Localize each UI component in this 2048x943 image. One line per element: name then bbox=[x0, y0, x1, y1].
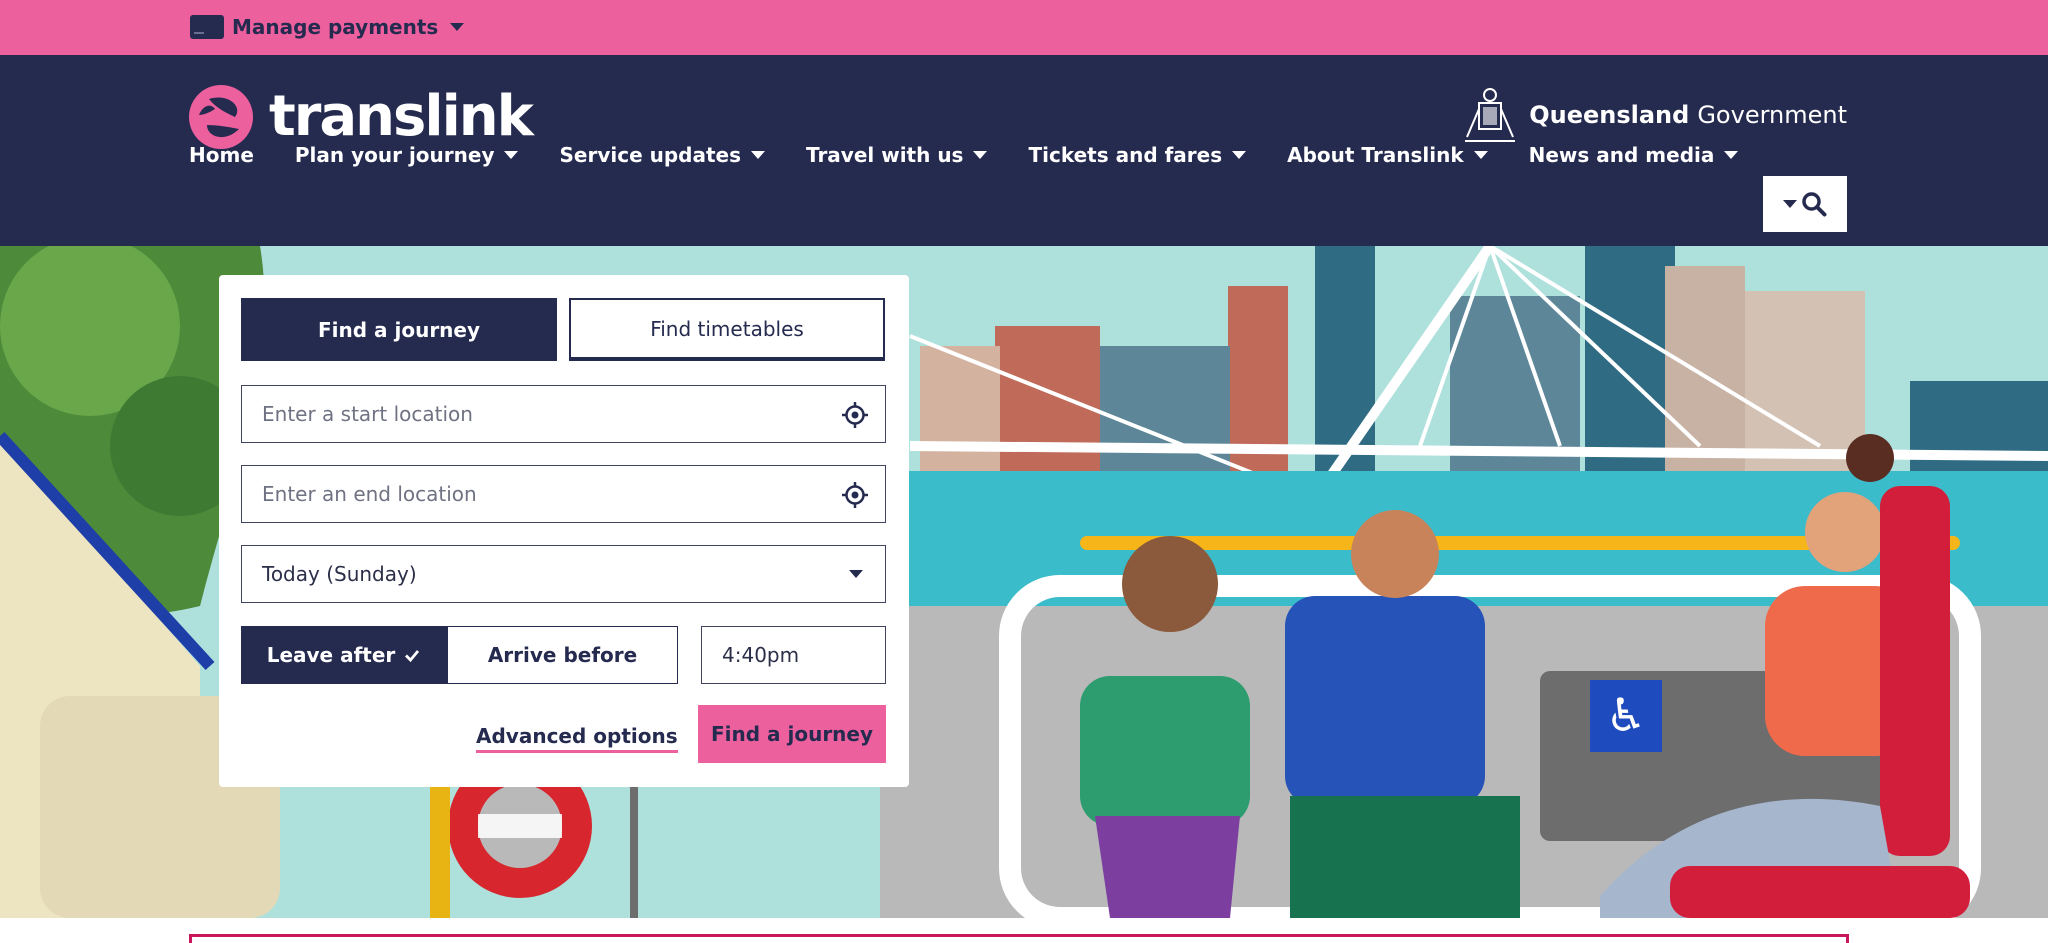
journey-planner: Find a journey Find timetables Enter a s… bbox=[219, 275, 909, 787]
end-location-input[interactable]: Enter an end location bbox=[241, 465, 886, 523]
utility-bar: Manage payments bbox=[0, 0, 2048, 55]
end-location-placeholder: Enter an end location bbox=[262, 482, 477, 506]
search-icon bbox=[1802, 192, 1827, 217]
crosshair-icon[interactable] bbox=[841, 481, 869, 509]
planner-tabs: Find a journey Find timetables bbox=[241, 298, 885, 361]
manage-payments-menu[interactable]: Manage payments bbox=[190, 9, 465, 45]
nav-news-and-media[interactable]: News and media bbox=[1529, 143, 1739, 167]
leave-after-option[interactable]: Leave after bbox=[241, 626, 447, 684]
nav-about-label: About Translink bbox=[1287, 143, 1464, 167]
nav-news-label: News and media bbox=[1528, 143, 1715, 167]
find-a-journey-button[interactable]: Find a journey bbox=[698, 705, 886, 763]
chevron-down-icon bbox=[1783, 200, 1797, 208]
check-icon bbox=[405, 650, 420, 663]
nav-service-label: Service updates bbox=[559, 143, 741, 167]
chevron-down-icon bbox=[973, 151, 988, 159]
chevron-down-icon bbox=[1232, 151, 1247, 159]
nav-plan-your-journey[interactable]: Plan your journey bbox=[295, 143, 519, 167]
nav-home-label: Home bbox=[189, 143, 254, 167]
tab-find-timetables[interactable]: Find timetables bbox=[569, 298, 885, 361]
chevron-down-icon bbox=[751, 151, 765, 159]
chevron-down-icon bbox=[1724, 151, 1739, 159]
leave-after-label: Leave after bbox=[266, 643, 396, 667]
chevron-down-icon bbox=[450, 23, 465, 31]
payment-card-icon bbox=[190, 15, 224, 39]
arrive-before-option[interactable]: Arrive before bbox=[447, 626, 678, 684]
manage-payments-label: Manage payments bbox=[232, 15, 439, 39]
alert-banner-edge bbox=[189, 934, 1849, 943]
search-button[interactable] bbox=[1763, 176, 1847, 232]
nav-service-updates[interactable]: Service updates bbox=[559, 143, 765, 167]
day-select[interactable]: Today (Sunday) bbox=[241, 545, 886, 603]
nav-travel-label: Travel with us bbox=[806, 143, 964, 167]
day-select-value: Today (Sunday) bbox=[262, 562, 417, 586]
advanced-options-link[interactable]: Advanced options bbox=[476, 724, 678, 753]
nav-home[interactable]: Home bbox=[189, 143, 254, 167]
svg-text:♿: ♿ bbox=[1605, 688, 1646, 742]
time-input[interactable]: 4:40pm bbox=[701, 626, 886, 684]
main-nav: Home Plan your journey Service updates T… bbox=[189, 133, 1779, 177]
gov-name-regular: Government bbox=[1697, 101, 1847, 129]
gov-name-bold: Queensland bbox=[1529, 101, 1690, 129]
chevron-down-icon bbox=[1473, 151, 1488, 159]
start-location-placeholder: Enter a start location bbox=[262, 402, 473, 426]
tab-find-a-journey[interactable]: Find a journey bbox=[241, 298, 557, 361]
crosshair-icon[interactable] bbox=[841, 401, 869, 429]
nav-tickets-and-fares[interactable]: Tickets and fares bbox=[1028, 143, 1247, 167]
nav-travel-with-us[interactable]: Travel with us bbox=[806, 143, 988, 167]
nav-plan-label: Plan your journey bbox=[294, 143, 495, 167]
start-location-input[interactable]: Enter a start location bbox=[241, 385, 886, 443]
nav-tickets-label: Tickets and fares bbox=[1028, 143, 1223, 167]
site-header: translink Queensland Government Home Pla… bbox=[0, 55, 2048, 246]
nav-about-translink[interactable]: About Translink bbox=[1287, 143, 1488, 167]
time-input-value: 4:40pm bbox=[722, 643, 800, 667]
chevron-down-icon bbox=[849, 570, 863, 578]
time-mode-toggle: Leave after Arrive before bbox=[241, 626, 678, 684]
chevron-down-icon bbox=[504, 151, 519, 159]
